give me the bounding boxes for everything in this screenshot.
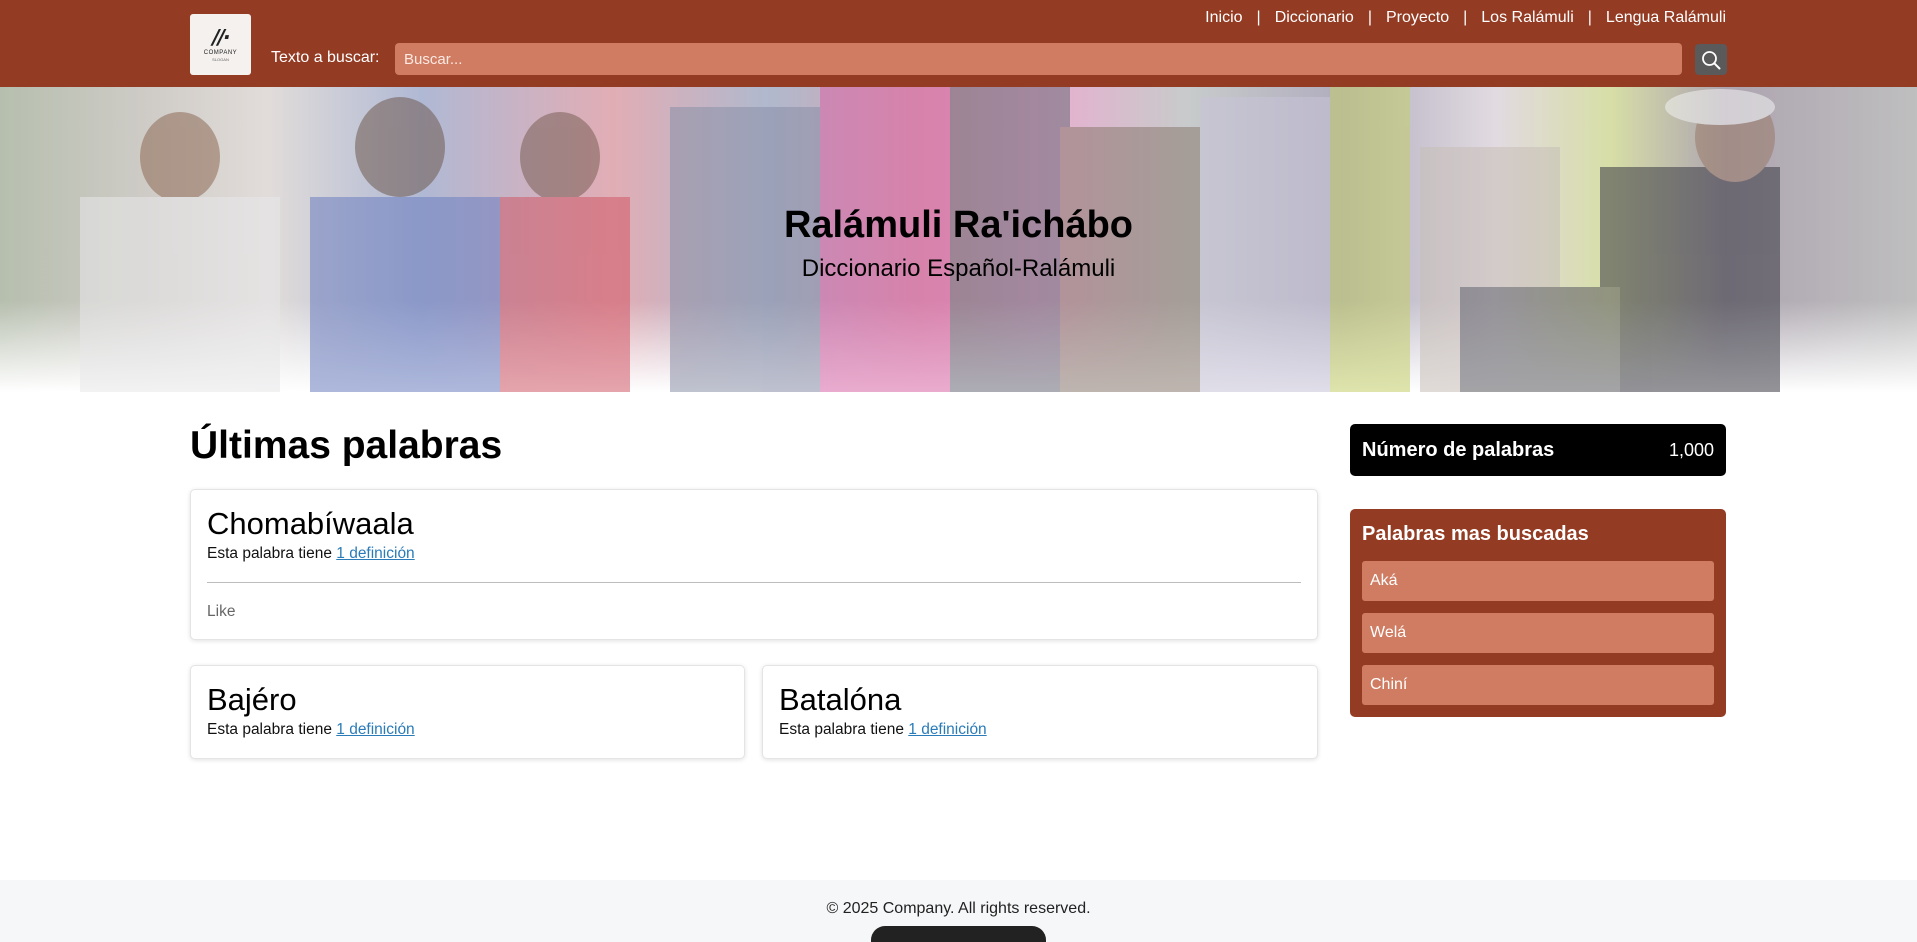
nav-diccionario[interactable]: Diccionario [1275, 9, 1354, 27]
word-title[interactable]: Chomabíwaala [207, 506, 414, 542]
definition-link[interactable]: 1 definición [908, 721, 986, 738]
search-button[interactable] [1695, 44, 1727, 75]
search-icon [1702, 50, 1721, 69]
popular-words-box: Palabras mas buscadas Aká Welá Chiní [1350, 509, 1726, 717]
word-count-value: 1,000 [1668, 440, 1714, 460]
like-button[interactable]: Like [207, 603, 235, 621]
popular-words-title: Palabras mas buscadas [1362, 523, 1589, 545]
definition-count: Esta palabra tiene 1 definición [779, 721, 987, 739]
word-card[interactable]: Chomabíwaala Esta palabra tiene 1 defini… [190, 489, 1318, 640]
search-label: Texto a buscar: [271, 49, 380, 66]
popular-word-item[interactable]: Aká [1362, 561, 1714, 601]
hero-title: Ralámuli Ra'ichábo [783, 204, 1133, 246]
definition-prefix: Esta palabra tiene [207, 721, 332, 738]
search-input[interactable] [395, 43, 1682, 75]
definition-link[interactable]: 1 definición [336, 545, 414, 562]
logo-text: COMPANY [203, 50, 238, 56]
logo-mark-icon: //· [212, 25, 230, 49]
site-header: //· COMPANY SLOGAN Inicio | Diccionario … [0, 0, 1917, 87]
nav-inicio[interactable]: Inicio [1205, 9, 1242, 27]
definition-link[interactable]: 1 definición [336, 721, 414, 738]
nav-separator: | [1587, 9, 1592, 26]
word-count-label: Número de palabras [1362, 439, 1555, 461]
popular-word-item[interactable]: Chiní [1362, 665, 1714, 705]
hero-subtitle: Diccionario Español-Ralámuli [801, 255, 1116, 282]
top-navigation: Inicio | Diccionario | Proyecto | Los Ra… [1205, 9, 1726, 27]
nav-separator: | [1463, 9, 1468, 26]
word-card[interactable]: Batalóna Esta palabra tiene 1 definición [762, 665, 1318, 759]
definition-prefix: Esta palabra tiene [779, 721, 904, 738]
nav-separator: | [1367, 9, 1372, 26]
definition-prefix: Esta palabra tiene [207, 545, 332, 562]
definition-count: Esta palabra tiene 1 definición [207, 721, 415, 739]
section-title: Últimas palabras [190, 424, 503, 467]
word-count-box: Número de palabras 1,000 [1350, 424, 1726, 476]
nav-separator: | [1256, 9, 1261, 26]
hero-banner: Ralámuli Ra'ichábo Diccionario Español-R… [0, 87, 1917, 392]
logo-slogan: SLOGAN [212, 57, 229, 62]
company-logo[interactable]: //· COMPANY SLOGAN [190, 14, 251, 75]
floating-toolbar[interactable] [871, 926, 1046, 942]
nav-los-ralamuli[interactable]: Los Ralámuli [1481, 9, 1573, 27]
card-divider [207, 582, 1301, 583]
word-title[interactable]: Batalóna [779, 682, 901, 718]
popular-word-item[interactable]: Welá [1362, 613, 1714, 653]
nav-lengua-ralamuli[interactable]: Lengua Ralámuli [1606, 9, 1726, 27]
word-card[interactable]: Bajéro Esta palabra tiene 1 definición [190, 665, 745, 759]
nav-proyecto[interactable]: Proyecto [1386, 9, 1449, 27]
copyright-text: © 2025 Company. All rights reserved. [826, 900, 1091, 917]
word-title[interactable]: Bajéro [207, 682, 297, 718]
definition-count: Esta palabra tiene 1 definición [207, 545, 415, 563]
